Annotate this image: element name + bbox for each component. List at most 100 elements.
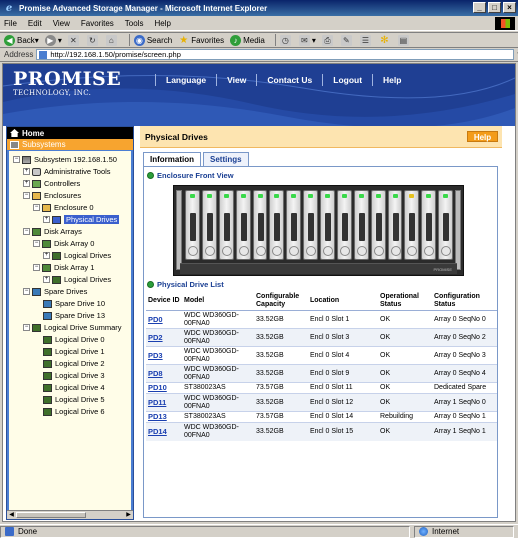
address-input[interactable]: http://192.168.1.50/promise/screen.php	[36, 49, 515, 60]
drive-bay[interactable]	[235, 190, 251, 260]
minimize-button[interactable]: _	[473, 2, 486, 13]
menu-favorites[interactable]: Favorites	[81, 19, 114, 28]
tree-logical-drive-1[interactable]: Logical Drive 1	[43, 346, 105, 357]
collapse-icon: −	[23, 192, 30, 199]
capacity-cell: 33.52GB	[254, 346, 308, 365]
scroll-left-icon[interactable]: ◀	[7, 511, 16, 519]
maximize-button[interactable]: □	[488, 2, 501, 13]
tree-home[interactable]: Home	[7, 127, 133, 139]
table-row: PD11 WDC WD360GD-00FNA0 33.52GB Encl 0 Slot…	[146, 393, 497, 412]
tree-spare-drive-13[interactable]: Spare Drive 13	[43, 310, 105, 321]
device-id-link[interactable]: PD3	[146, 346, 182, 365]
device-id-link[interactable]: PD13	[146, 411, 182, 423]
operational-status-cell: OK	[378, 382, 432, 394]
help-button[interactable]: Help	[467, 131, 498, 142]
drive-bay[interactable]	[387, 190, 403, 260]
device-id-link[interactable]: PD14	[146, 422, 182, 441]
drive-bay[interactable]	[185, 190, 200, 260]
drive-bay[interactable]	[336, 190, 352, 260]
tree-logical-drive-0[interactable]: Logical Drive 0	[43, 334, 105, 345]
tab-settings[interactable]: Settings	[203, 152, 249, 166]
drive-bay[interactable]	[269, 190, 285, 260]
tree-logical-drives-0[interactable]: + Logical Drives	[43, 250, 111, 261]
expand-icon: +	[23, 180, 30, 187]
forward-button[interactable]: ▶ ▾	[44, 34, 62, 46]
nav-language[interactable]: Language	[156, 75, 216, 85]
status-led-icon	[443, 194, 449, 198]
menu-view[interactable]: View	[53, 19, 70, 28]
drive-bay[interactable]	[286, 190, 302, 260]
menu-edit[interactable]: Edit	[28, 19, 42, 28]
drive-bay[interactable]	[252, 190, 268, 260]
print-button[interactable]: ⎙	[321, 34, 335, 46]
enclosure-handle-right	[455, 190, 461, 270]
favorites-button[interactable]: ★ Favorites	[178, 35, 224, 46]
tree-physical-drives[interactable]: + Physical Drives	[43, 214, 120, 225]
drive-bay[interactable]	[201, 190, 217, 260]
device-id-link[interactable]: PD0	[146, 310, 182, 329]
stop-button[interactable]: ✕	[67, 34, 81, 46]
drive-bay[interactable]	[353, 190, 369, 260]
drive-bay[interactable]	[370, 190, 386, 260]
page-icon	[5, 527, 14, 536]
nav-logout[interactable]: Logout	[323, 75, 372, 85]
page-icon	[39, 50, 48, 59]
tree-logical-drives-1[interactable]: + Logical Drives	[43, 274, 111, 285]
status-led-icon	[426, 194, 432, 198]
nav-help[interactable]: Help	[373, 75, 411, 85]
tree-disk-arrays[interactable]: − Disk Arrays	[23, 226, 82, 237]
drive-bay[interactable]	[218, 190, 234, 260]
device-id-link[interactable]: PD8	[146, 364, 182, 383]
tree-logical-drive-4[interactable]: Logical Drive 4	[43, 382, 105, 393]
tree-logical-drive-2[interactable]: Logical Drive 2	[43, 358, 105, 369]
menu-file[interactable]: File	[4, 19, 17, 28]
back-button[interactable]: ◀ Back ▾	[4, 34, 39, 46]
tree-spare-drive-10[interactable]: Spare Drive 10	[43, 298, 105, 309]
operational-status-cell: OK	[378, 328, 432, 347]
tree-controllers[interactable]: + Controllers	[23, 178, 80, 189]
section-bullet-icon	[147, 280, 154, 288]
tree-subsystems[interactable]: Subsystems	[7, 139, 133, 150]
drive-bay[interactable]	[438, 190, 453, 260]
drive-bay[interactable]	[303, 190, 318, 260]
history-button[interactable]: ◷	[279, 34, 293, 46]
home-button[interactable]: ⌂	[105, 34, 119, 46]
mail-button[interactable]: ✉ ▾	[298, 34, 316, 46]
drive-carrier-icon	[375, 213, 382, 241]
tree-admin-tools[interactable]: + Administrative Tools	[23, 166, 111, 177]
tree-logical-drive-3[interactable]: Logical Drive 3	[43, 370, 105, 381]
nav-view[interactable]: View	[217, 75, 256, 85]
tree-enclosure-0[interactable]: − Enclosure 0	[33, 202, 94, 213]
collapse-icon: −	[23, 228, 30, 235]
search-button[interactable]: ◉ Search	[133, 34, 172, 46]
messenger-button[interactable]: ✻	[379, 35, 392, 46]
tree-horizontal-scrollbar[interactable]: ◀ ▶	[7, 510, 133, 519]
menu-help[interactable]: Help	[154, 19, 170, 28]
tree-logical-drive-5[interactable]: Logical Drive 5	[43, 394, 105, 405]
drive-bay[interactable]	[404, 190, 420, 260]
nav-contact-us[interactable]: Contact Us	[257, 75, 322, 85]
enclosure-icon	[42, 203, 51, 212]
tree-spare-drives[interactable]: − Spare Drives	[23, 286, 87, 297]
drive-bay[interactable]	[421, 190, 437, 260]
tab-information[interactable]: Information	[143, 152, 201, 166]
tree-disk-array-1[interactable]: − Disk Array 1	[33, 262, 94, 273]
scroll-thumb[interactable]	[16, 512, 86, 518]
device-id-link[interactable]: PD11	[146, 393, 182, 412]
media-button[interactable]: ♪ Media	[230, 34, 265, 46]
menu-tools[interactable]: Tools	[125, 19, 144, 28]
research-button[interactable]: ▤	[397, 34, 411, 46]
tree-enclosures[interactable]: − Enclosures	[23, 190, 81, 201]
tree-logical-drive-summary[interactable]: − Logical Drive Summary	[23, 322, 122, 333]
tree-disk-array-0[interactable]: − Disk Array 0	[33, 238, 94, 249]
edit-button[interactable]: ✎	[340, 34, 354, 46]
refresh-button[interactable]: ↻	[86, 34, 100, 46]
tree-subsystem[interactable]: − Subsystem 192.168.1.50	[13, 154, 117, 165]
discuss-button[interactable]: ☰	[359, 34, 373, 46]
drive-bay[interactable]	[320, 190, 335, 260]
device-id-link[interactable]: PD2	[146, 328, 182, 347]
device-id-link[interactable]: PD10	[146, 382, 182, 394]
close-button[interactable]: ×	[503, 2, 516, 13]
tree-logical-drive-6[interactable]: Logical Drive 6	[43, 406, 105, 417]
scroll-right-icon[interactable]: ▶	[124, 511, 133, 519]
